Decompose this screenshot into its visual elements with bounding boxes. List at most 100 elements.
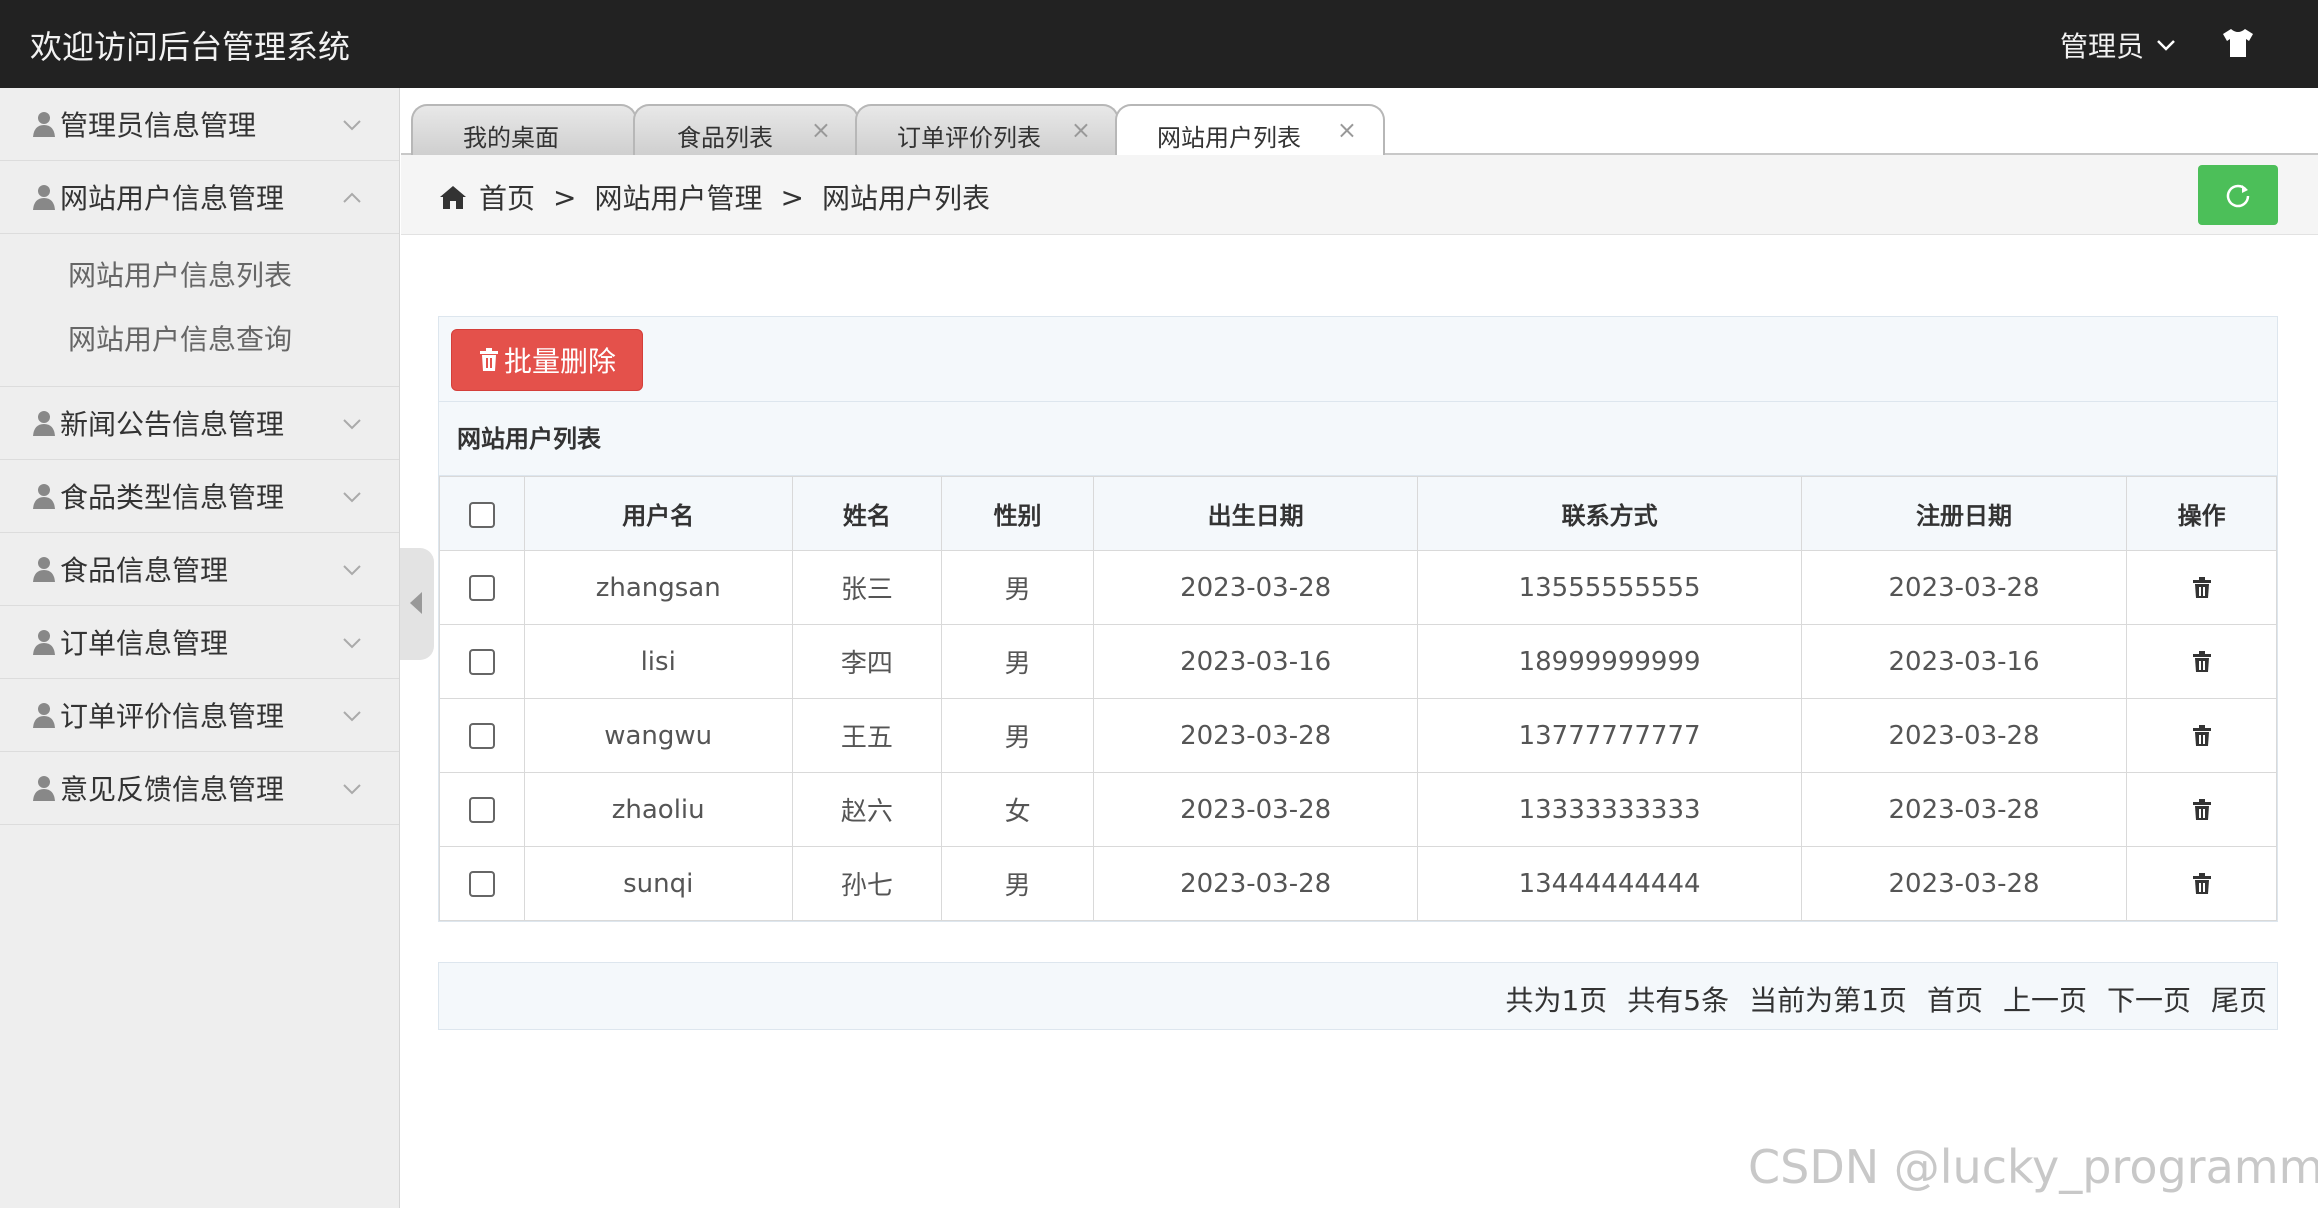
trash-icon[interactable] — [2192, 873, 2212, 895]
table-row: zhaoliu 赵六 女 2023-03-28 13333333333 2023… — [439, 772, 2277, 847]
tab-label: 我的桌面 — [463, 124, 559, 152]
row-checkbox[interactable] — [468, 649, 495, 675]
row-select-cell — [439, 846, 525, 921]
close-icon[interactable]: × — [1071, 116, 1091, 144]
pagination-current: 当前为第1页 — [1749, 984, 1907, 1017]
row-select-cell — [439, 550, 525, 625]
pagination-first[interactable]: 首页 — [1927, 979, 1983, 1019]
chevron-down-icon — [343, 419, 361, 430]
sidebar-item-label: 订单信息管理 — [60, 627, 229, 660]
row-checkbox[interactable] — [468, 723, 495, 749]
refresh-icon — [2226, 184, 2250, 208]
table-row: zhangsan 张三 男 2023-03-28 13555555555 202… — [439, 550, 2277, 625]
cell-phone: 13777777777 — [1417, 698, 1802, 773]
user-menu[interactable]: 管理员 — [2060, 25, 2178, 65]
sidebar-item-label: 管理员信息管理 — [60, 109, 257, 142]
row-select-cell — [439, 698, 525, 773]
cell-name: 王五 — [791, 698, 943, 773]
sidebar-item-orders[interactable]: 订单信息管理 — [0, 606, 399, 679]
row-checkbox[interactable] — [468, 797, 495, 823]
breadcrumb-home[interactable]: 首页 — [479, 177, 535, 217]
cell-register-date: 2023-03-28 — [1800, 846, 2128, 921]
breadcrumb-separator: > — [780, 180, 804, 214]
top-header: 欢迎访问后台管理系统 管理员 — [0, 0, 2318, 88]
pagination-last[interactable]: 尾页 — [2211, 979, 2267, 1019]
user-icon — [33, 185, 55, 210]
cell-name: 李四 — [791, 624, 943, 699]
cell-birthdate: 2023-03-28 — [1092, 698, 1419, 773]
column-header: 用户名 — [523, 476, 793, 551]
trash-icon[interactable] — [2192, 725, 2212, 747]
app-title: 欢迎访问后台管理系统 — [30, 28, 351, 66]
tab-label: 食品列表 — [677, 124, 773, 152]
cell-birthdate: 2023-03-28 — [1092, 550, 1419, 625]
breadcrumb-level1: 网站用户管理 — [594, 182, 763, 215]
cell-phone: 13333333333 — [1417, 772, 1802, 847]
pagination: 共为1页 共有5条 当前为第1页 首页 上一页 下一页 尾页 — [438, 962, 2278, 1030]
breadcrumb-level2: 网站用户列表 — [821, 182, 990, 215]
sidebar-subitem-user-query[interactable]: 网站用户信息查询 — [0, 308, 399, 372]
tab-label: 订单评价列表 — [897, 124, 1041, 152]
cell-name: 赵六 — [791, 772, 943, 847]
breadcrumb-bar: 首页 > 网站用户管理 > 网站用户列表 — [401, 155, 2318, 235]
row-checkbox[interactable] — [468, 575, 495, 601]
cell-username: sunqi — [523, 846, 793, 921]
trash-icon[interactable] — [2192, 651, 2212, 673]
cell-gender: 男 — [941, 624, 1094, 699]
column-header: 操作 — [2126, 476, 2277, 551]
cell-birthdate: 2023-03-28 — [1092, 846, 1419, 921]
column-header: 姓名 — [791, 476, 943, 551]
column-header: 性别 — [941, 476, 1094, 551]
sidebar-item-label: 订单评价信息管理 — [60, 700, 285, 733]
trash-icon[interactable] — [2192, 577, 2212, 599]
table-toolbar: 批量删除 — [438, 316, 2278, 402]
chevron-down-icon — [343, 711, 361, 722]
sidebar-item-food-types[interactable]: 食品类型信息管理 — [0, 460, 399, 533]
refresh-button[interactable] — [2198, 165, 2278, 225]
pagination-next[interactable]: 下一页 — [2107, 979, 2191, 1019]
tab-desktop[interactable]: 我的桌面 — [411, 104, 637, 155]
row-checkbox[interactable] — [468, 871, 495, 897]
chevron-up-icon — [343, 192, 361, 203]
close-icon[interactable]: × — [1337, 116, 1357, 144]
user-table-panel: 网站用户列表 用户名 姓名 性别 出生日期 联系方式 注册日期 操作 zhang… — [438, 401, 2278, 922]
row-select-cell — [439, 624, 525, 699]
tab-food-list[interactable]: 食品列表 × — [633, 104, 859, 155]
cell-birthdate: 2023-03-28 — [1092, 772, 1419, 847]
sidebar-item-food[interactable]: 食品信息管理 — [0, 533, 399, 606]
tab-bar: 我的桌面 食品列表 × 订单评价列表 × 网站用户列表 × — [401, 88, 2318, 157]
cell-register-date: 2023-03-28 — [1800, 698, 2128, 773]
caret-left-icon — [410, 592, 422, 614]
tshirt-icon[interactable] — [2220, 25, 2256, 61]
trash-icon[interactable] — [2192, 799, 2212, 821]
column-header: 联系方式 — [1417, 476, 1802, 551]
close-icon[interactable]: × — [811, 116, 831, 144]
cell-name: 孙七 — [791, 846, 943, 921]
user-icon — [33, 630, 55, 655]
tab-order-reviews[interactable]: 订单评价列表 × — [855, 104, 1119, 155]
batch-delete-label: 批量删除 — [503, 345, 616, 378]
batch-delete-button[interactable]: 批量删除 — [451, 329, 643, 391]
sidebar-collapse-handle[interactable] — [400, 548, 434, 660]
sidebar-item-site-users[interactable]: 网站用户信息管理 — [0, 161, 399, 234]
column-header: 注册日期 — [1800, 476, 2128, 551]
user-icon — [33, 703, 55, 728]
pagination-prev[interactable]: 上一页 — [2003, 979, 2087, 1019]
chevron-down-icon — [343, 492, 361, 503]
home-icon — [440, 186, 466, 209]
cell-actions — [2126, 772, 2277, 847]
sidebar-item-news[interactable]: 新闻公告信息管理 — [0, 387, 399, 460]
pagination-total-pages: 共为1页 — [1505, 984, 1608, 1017]
row-select-cell — [439, 772, 525, 847]
tab-site-users[interactable]: 网站用户列表 × — [1115, 104, 1385, 157]
select-all-cell — [439, 476, 525, 551]
cell-phone: 13444444444 — [1417, 846, 1802, 921]
sidebar-item-order-reviews[interactable]: 订单评价信息管理 — [0, 679, 399, 752]
sidebar-subitem-user-list[interactable]: 网站用户信息列表 — [0, 244, 399, 308]
sidebar-item-admin[interactable]: 管理员信息管理 — [0, 88, 399, 161]
sidebar-item-feedback[interactable]: 意见反馈信息管理 — [0, 752, 399, 825]
select-all-checkbox[interactable] — [468, 501, 495, 528]
tab-label: 网站用户列表 — [1157, 124, 1301, 152]
column-header: 出生日期 — [1092, 476, 1419, 551]
user-name: 管理员 — [2060, 30, 2145, 63]
